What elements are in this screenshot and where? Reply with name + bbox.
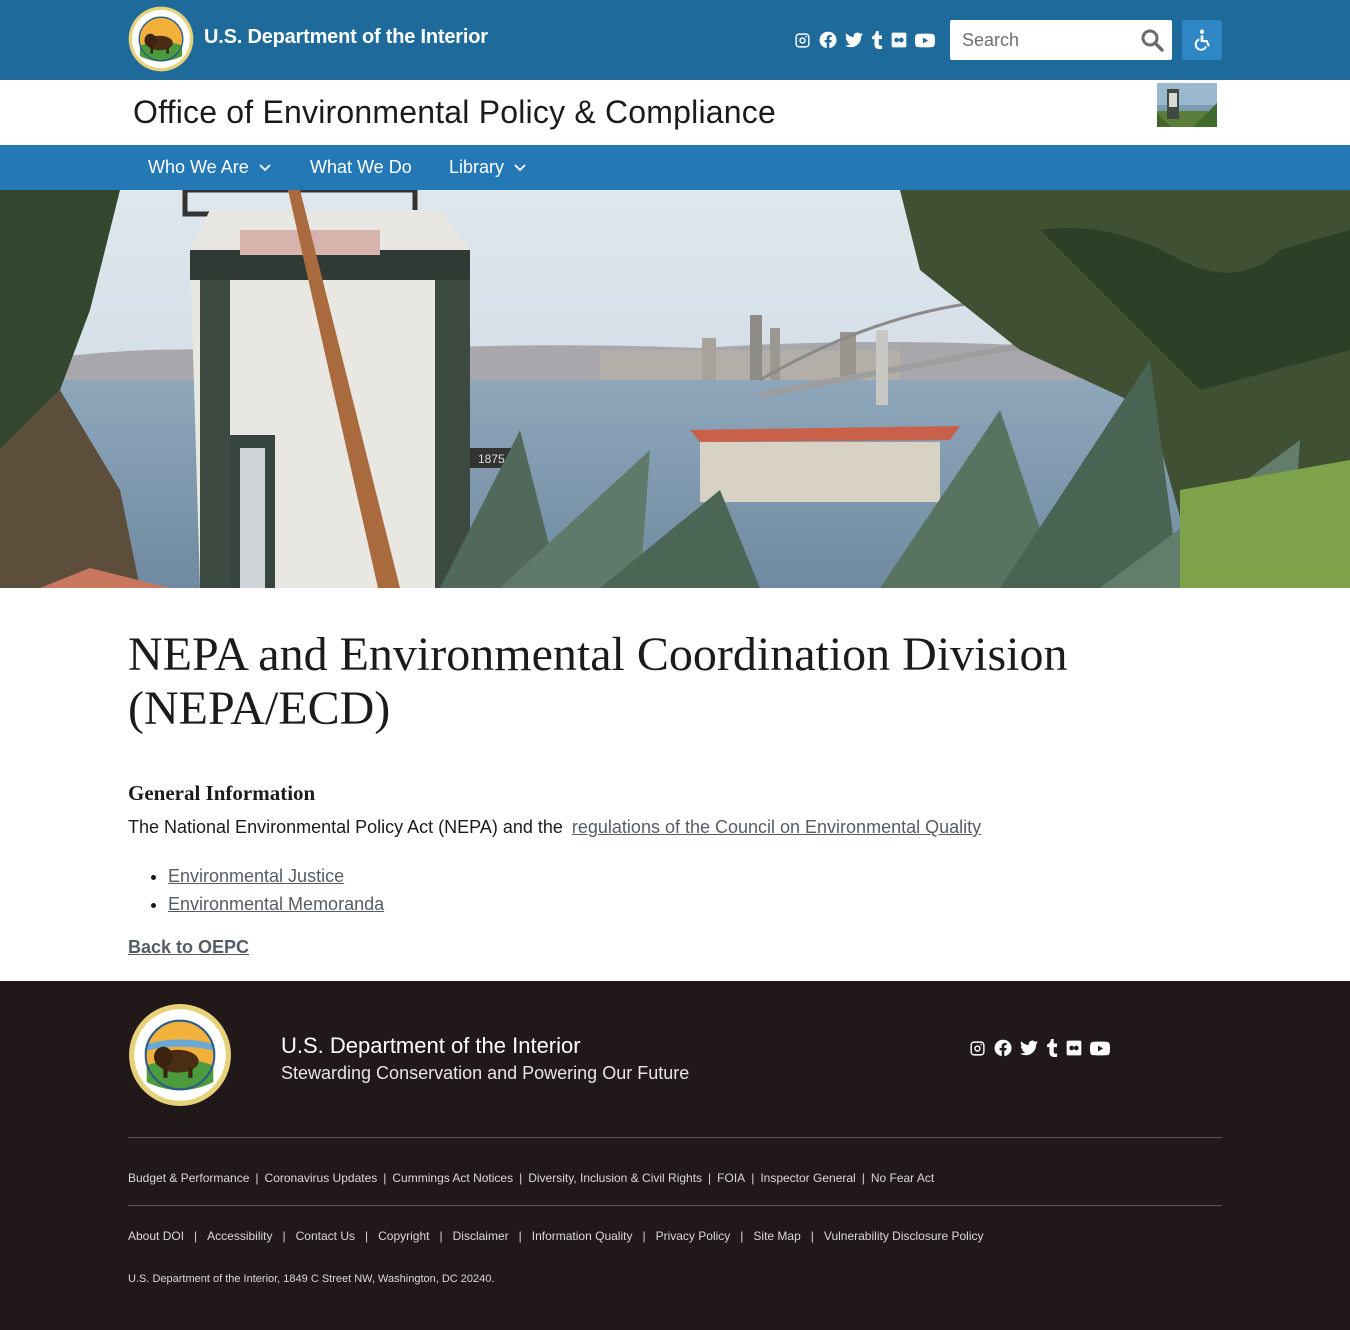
footer-separator: |: [282, 1229, 286, 1243]
nav-item-label: Who We Are: [148, 157, 249, 177]
top-header-bar: U.S. Department of the Interior: [0, 0, 1350, 80]
facebook-icon[interactable]: [819, 31, 837, 49]
footer-separator: |: [642, 1229, 646, 1243]
footer-link-information-quality[interactable]: Information Quality: [532, 1229, 633, 1243]
twitter-icon[interactable]: [845, 32, 863, 48]
site-footer: U.S. Department of the Interior Stewardi…: [0, 981, 1350, 1330]
footer-link-copyright[interactable]: Copyright: [378, 1229, 429, 1243]
footer-link-vulnerability-disclosure[interactable]: Vulnerability Disclosure Policy: [824, 1229, 984, 1243]
nav-item-label: What We Do: [310, 157, 412, 177]
tumblr-icon[interactable]: [1046, 1039, 1058, 1057]
intro-paragraph: The National Environmental Policy Act (N…: [128, 817, 981, 838]
footer-link-inspector-general[interactable]: Inspector General: [760, 1171, 855, 1185]
footer-separator: |: [365, 1229, 369, 1243]
nav-item-library[interactable]: Library: [449, 145, 526, 190]
office-title[interactable]: Office of Environmental Policy & Complia…: [133, 94, 776, 131]
footer-separator: |: [518, 1229, 522, 1243]
footer-link-contact-us[interactable]: Contact Us: [296, 1229, 355, 1243]
ceq-regulations-link[interactable]: regulations of the Council on Environmen…: [572, 817, 981, 837]
footer-separator: |: [810, 1229, 814, 1243]
search-icon[interactable]: [1140, 28, 1164, 52]
footer-link-site-map[interactable]: Site Map: [753, 1229, 800, 1243]
youtube-icon[interactable]: [915, 33, 935, 48]
footer-divider: [128, 1205, 1222, 1206]
nav-item-what-we-do[interactable]: What We Do: [310, 145, 412, 190]
nav-item-label: Library: [449, 157, 505, 177]
svg-text:1875: 1875: [478, 452, 505, 466]
environmental-justice-link[interactable]: Environmental Justice: [168, 866, 344, 886]
accessibility-button[interactable]: [1182, 20, 1222, 60]
footer-link-budget-performance[interactable]: Budget & Performance: [128, 1171, 249, 1185]
footer-link-coronavirus-updates[interactable]: Coronavirus Updates: [265, 1171, 378, 1185]
footer-separator: |: [740, 1229, 744, 1243]
office-header: Office of Environmental Policy & Complia…: [0, 80, 1350, 145]
section-heading: General Information: [128, 781, 316, 805]
footer-separator: |: [194, 1229, 198, 1243]
footer-separator: |: [439, 1229, 443, 1243]
search-box: [950, 20, 1172, 60]
footer-links-row2: About DOI | Accessibility | Contact Us |…: [128, 1229, 984, 1243]
resource-links-list: Environmental Justice Environmental Memo…: [168, 862, 384, 918]
footer-subtitle: Stewarding Conservation and Powering Our…: [281, 1063, 690, 1083]
footer-separator: |: [519, 1171, 523, 1185]
footer-link-diversity-inclusion[interactable]: Diversity, Inclusion & Civil Rights: [528, 1171, 702, 1185]
main-navigation: Who We Are What We Do Library: [0, 145, 1350, 190]
chevron-down-icon: [514, 163, 526, 171]
footer-social-links: [969, 1037, 1110, 1059]
search-input[interactable]: [950, 20, 1136, 60]
footer-separator: |: [383, 1171, 387, 1185]
accessibility-icon: [1194, 29, 1210, 51]
footer-separator: |: [861, 1171, 865, 1185]
footer-link-disclaimer[interactable]: Disclaimer: [453, 1229, 509, 1243]
flickr-icon[interactable]: [891, 32, 907, 48]
nav-item-who-we-are[interactable]: Who We Are: [148, 145, 271, 190]
twitter-icon[interactable]: [1020, 1040, 1038, 1056]
tumblr-icon[interactable]: [871, 31, 883, 49]
footer-link-no-fear-act[interactable]: No Fear Act: [871, 1171, 934, 1185]
instagram-icon[interactable]: [794, 32, 811, 49]
flickr-icon[interactable]: [1066, 1040, 1082, 1056]
list-item: Environmental Memoranda: [168, 890, 384, 918]
footer-link-accessibility[interactable]: Accessibility: [207, 1229, 272, 1243]
youtube-icon[interactable]: [1090, 1041, 1110, 1056]
footer-link-foia[interactable]: FOIA: [717, 1171, 745, 1185]
footer-link-cummings-act-notices[interactable]: Cummings Act Notices: [392, 1171, 513, 1185]
doi-seal-icon[interactable]: [128, 6, 194, 72]
header-social-links: [794, 29, 935, 51]
department-title[interactable]: U.S. Department of the Interior: [204, 26, 488, 49]
back-to-oepc-link[interactable]: Back to OEPC: [128, 937, 249, 958]
doi-seal-icon[interactable]: [128, 1003, 232, 1107]
footer-separator: |: [708, 1171, 712, 1185]
footer-divider: [128, 1137, 1222, 1138]
footer-separator: |: [255, 1171, 259, 1185]
intro-text: The National Environmental Policy Act (N…: [128, 817, 563, 837]
footer-title: U.S. Department of the Interior: [281, 1033, 581, 1058]
instagram-icon[interactable]: [969, 1040, 986, 1057]
footer-link-privacy-policy[interactable]: Privacy Policy: [656, 1229, 731, 1243]
footer-link-about-doi[interactable]: About DOI: [128, 1229, 184, 1243]
office-thumbnail-image: [1157, 83, 1217, 127]
environmental-memoranda-link[interactable]: Environmental Memoranda: [168, 894, 384, 914]
page-title: NEPA and Environmental Coordination Divi…: [128, 628, 1068, 735]
facebook-icon[interactable]: [994, 1039, 1012, 1057]
list-item: Environmental Justice: [168, 862, 384, 890]
hero-image: 1875: [0, 190, 1350, 588]
footer-separator: |: [751, 1171, 755, 1185]
chevron-down-icon: [259, 163, 271, 171]
footer-links-row1: Budget & Performance | Coronavirus Updat…: [128, 1171, 934, 1185]
footer-address: U.S. Department of the Interior, 1849 C …: [128, 1273, 495, 1285]
